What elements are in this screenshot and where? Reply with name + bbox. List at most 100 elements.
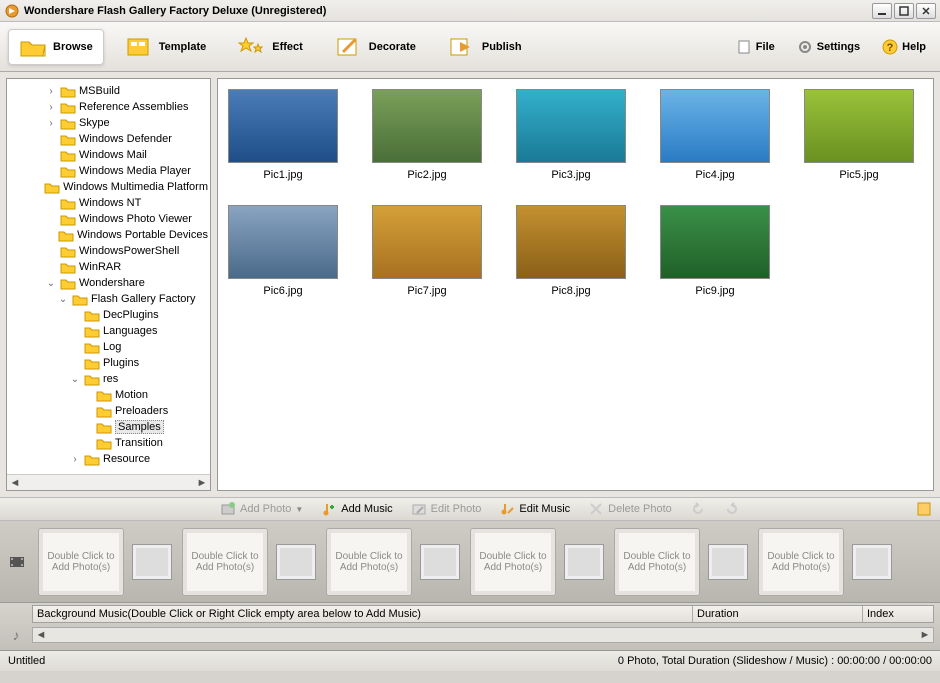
- tree-node-label: DecPlugins: [103, 309, 159, 321]
- thumbnail[interactable]: Pic5.jpg: [804, 89, 914, 181]
- tree-node[interactable]: ⌄ res: [9, 371, 208, 387]
- add-music-button[interactable]: Add Music: [321, 501, 392, 517]
- rotate-right-button[interactable]: [724, 501, 740, 517]
- tree-node[interactable]: WinRAR: [9, 259, 208, 275]
- tree-node[interactable]: WindowsPowerShell: [9, 243, 208, 259]
- help-menu[interactable]: ? Help: [876, 36, 932, 58]
- edit-music-button[interactable]: Edit Music: [499, 501, 570, 517]
- tree-node[interactable]: Plugins: [9, 355, 208, 371]
- tree-node[interactable]: Motion: [9, 387, 208, 403]
- tree-node[interactable]: Windows Portable Devices: [9, 227, 208, 243]
- folder-icon: [96, 437, 112, 450]
- tree-node-label: res: [103, 373, 118, 385]
- tree-node-label: Windows Defender: [79, 133, 172, 145]
- folder-tree[interactable]: ›MSBuild›Reference Assemblies›Skype Windo…: [7, 79, 210, 474]
- thumbnail-caption: Pic8.jpg: [551, 285, 590, 297]
- tree-node-label: Windows Media Player: [79, 165, 191, 177]
- add-photo-icon: [220, 501, 236, 517]
- tree-node-label: Log: [103, 341, 121, 353]
- tree-node[interactable]: Windows Photo Viewer: [9, 211, 208, 227]
- transition-slot[interactable]: [852, 544, 892, 580]
- tree-node[interactable]: Preloaders: [9, 403, 208, 419]
- folder-icon: [60, 277, 76, 290]
- action-bar: Add Photo ▼ Add Music Edit Photo Edit Mu…: [0, 497, 940, 521]
- thumbnail[interactable]: Pic9.jpg: [660, 205, 770, 297]
- chevron-right-icon[interactable]: ›: [45, 86, 57, 97]
- tree-node-label: Windows Photo Viewer: [79, 213, 192, 225]
- thumbnail[interactable]: Pic4.jpg: [660, 89, 770, 181]
- folder-icon: [84, 325, 100, 338]
- transition-slot[interactable]: [564, 544, 604, 580]
- publish-tab[interactable]: Publish: [437, 29, 533, 65]
- tree-node[interactable]: DecPlugins: [9, 307, 208, 323]
- tree-node[interactable]: Samples: [9, 419, 208, 435]
- scroll-left-icon[interactable]: ◄: [7, 477, 23, 489]
- svg-text:?: ?: [887, 42, 894, 54]
- chevron-down-icon[interactable]: ⌄: [57, 294, 69, 305]
- decorate-tab[interactable]: Decorate: [324, 29, 427, 65]
- chevron-right-icon[interactable]: ›: [45, 102, 57, 113]
- main-panel: ›MSBuild›Reference Assemblies›Skype Windo…: [0, 72, 940, 497]
- edit-photo-button[interactable]: Edit Photo: [411, 501, 482, 517]
- rotate-left-button[interactable]: [690, 501, 706, 517]
- help-icon: ?: [882, 39, 898, 55]
- folder-icon: [60, 85, 76, 98]
- effect-tab[interactable]: Effect: [227, 29, 314, 65]
- timeline-slot[interactable]: Double Click to Add Photo(s): [326, 528, 412, 596]
- minimize-button[interactable]: [872, 3, 892, 19]
- thumbnail-caption: Pic9.jpg: [695, 285, 734, 297]
- chevron-down-icon[interactable]: ⌄: [45, 278, 57, 289]
- transition-slot[interactable]: [708, 544, 748, 580]
- tree-node[interactable]: ⌄ Flash Gallery Factory: [9, 291, 208, 307]
- timeline-slot[interactable]: Double Click to Add Photo(s): [182, 528, 268, 596]
- timeline-slot[interactable]: Double Click to Add Photo(s): [38, 528, 124, 596]
- thumbnail[interactable]: Pic2.jpg: [372, 89, 482, 181]
- tree-node[interactable]: Windows Multimedia Platform: [9, 179, 208, 195]
- tree-node[interactable]: ›Skype: [9, 115, 208, 131]
- timeline-slot[interactable]: Double Click to Add Photo(s): [470, 528, 556, 596]
- transition-slot[interactable]: [420, 544, 460, 580]
- folder-icon: [60, 245, 76, 258]
- scroll-right-icon[interactable]: ►: [194, 477, 210, 489]
- tree-node[interactable]: Languages: [9, 323, 208, 339]
- tree-node[interactable]: Log: [9, 339, 208, 355]
- thumbnail[interactable]: Pic8.jpg: [516, 205, 626, 297]
- tree-node[interactable]: ›MSBuild: [9, 83, 208, 99]
- timeline-slot[interactable]: Double Click to Add Photo(s): [758, 528, 844, 596]
- browse-tab[interactable]: Browse: [8, 29, 104, 65]
- scroll-left-icon[interactable]: ◄: [33, 629, 49, 641]
- tree-node[interactable]: Transition: [9, 435, 208, 451]
- tree-node[interactable]: Windows NT: [9, 195, 208, 211]
- tree-node[interactable]: ⌄Wondershare: [9, 275, 208, 291]
- template-tab[interactable]: Template: [114, 29, 217, 65]
- chevron-right-icon[interactable]: ›: [45, 118, 57, 129]
- thumbnail[interactable]: Pic7.jpg: [372, 205, 482, 297]
- delete-photo-button[interactable]: Delete Photo: [588, 501, 672, 517]
- transition-slot[interactable]: [132, 544, 172, 580]
- chevron-right-icon[interactable]: ›: [69, 454, 81, 465]
- tree-node[interactable]: Windows Media Player: [9, 163, 208, 179]
- transition-slot[interactable]: [276, 544, 316, 580]
- scroll-right-icon[interactable]: ►: [917, 629, 933, 641]
- add-photo-button[interactable]: Add Photo ▼: [220, 501, 303, 517]
- file-menu[interactable]: File: [730, 36, 781, 58]
- thumbnail[interactable]: Pic6.jpg: [228, 205, 338, 297]
- chevron-down-icon[interactable]: ⌄: [69, 374, 81, 385]
- thumbnail[interactable]: Pic3.jpg: [516, 89, 626, 181]
- timeline-slot[interactable]: Double Click to Add Photo(s): [614, 528, 700, 596]
- tree-node[interactable]: ›Resource: [9, 451, 208, 467]
- tree-node[interactable]: Windows Defender: [9, 131, 208, 147]
- thumbnail[interactable]: Pic1.jpg: [228, 89, 338, 181]
- settings-menu[interactable]: Settings: [791, 36, 866, 58]
- tree-node-label: Windows Multimedia Platform: [63, 181, 208, 193]
- expand-button[interactable]: [916, 501, 932, 517]
- main-toolbar: Browse Template Effect Decorate Publish …: [0, 22, 940, 72]
- tree-node-label: Flash Gallery Factory: [91, 293, 196, 305]
- close-button[interactable]: [916, 3, 936, 19]
- tree-hscroll[interactable]: ◄ ►: [7, 474, 210, 490]
- maximize-button[interactable]: [894, 3, 914, 19]
- tree-node[interactable]: Windows Mail: [9, 147, 208, 163]
- folder-icon: [84, 373, 100, 386]
- tree-node[interactable]: ›Reference Assemblies: [9, 99, 208, 115]
- music-hscroll[interactable]: ◄ ►: [32, 627, 934, 643]
